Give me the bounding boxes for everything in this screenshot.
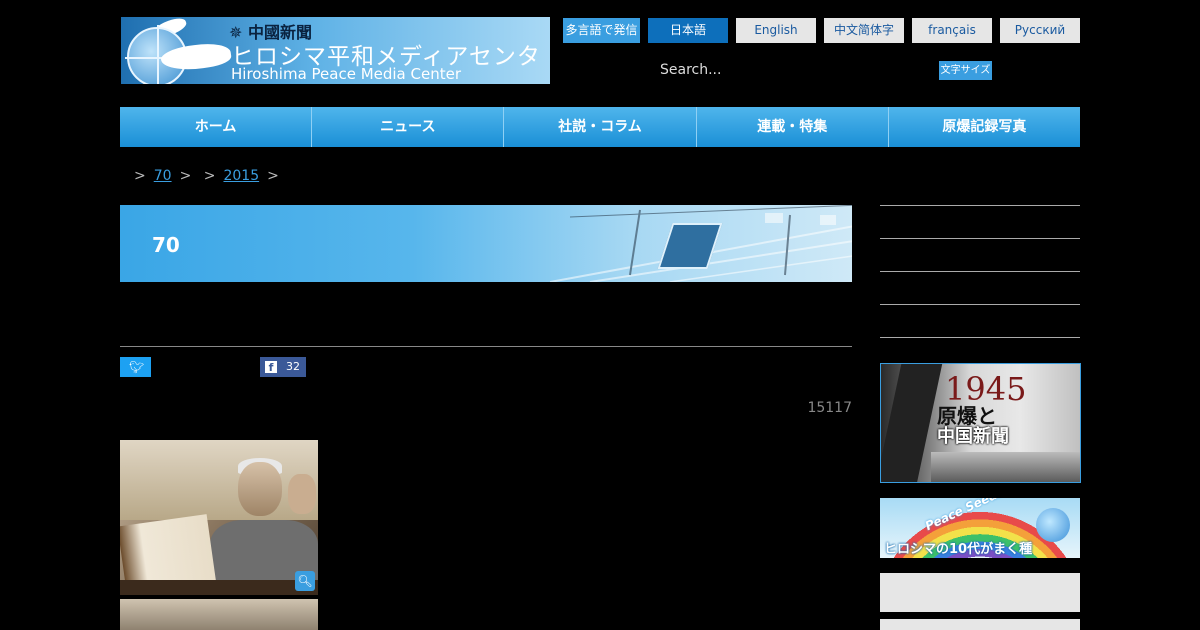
nav-item-photos[interactable]: 原爆記録写真	[889, 107, 1080, 147]
sidebar-banner[interactable]	[880, 619, 1080, 630]
sidebar-banner-peace-seeds[interactable]: Peace Seeds ヒロシマの10代がまく種	[880, 498, 1080, 558]
breadcrumb-link-year[interactable]: 2015	[223, 168, 259, 184]
section-banner: 70	[120, 205, 852, 282]
lang-button-multilingual[interactable]: 多言語で発信	[563, 18, 640, 43]
lang-button-chinese[interactable]: 中文简体字	[824, 18, 904, 43]
peace-seeds-subtitle: ヒロシマの10代がまく種	[884, 542, 1033, 557]
sidebar-divider	[880, 337, 1080, 338]
article-photo-2[interactable]	[120, 599, 318, 630]
twitter-share-button[interactable]: 🐦︎	[120, 357, 151, 377]
twitter-icon: 🐦︎	[129, 360, 145, 374]
sidebar-banner-1945[interactable]: 1945 原爆と 中国新聞	[880, 363, 1081, 483]
logo-title-en: Hiroshima Peace Media Center	[231, 65, 462, 83]
lang-button-french[interactable]: français	[912, 18, 992, 43]
nav-item-editorials[interactable]: 社説・コラム	[504, 107, 697, 147]
article-photo[interactable]	[120, 440, 318, 595]
divider	[120, 346, 852, 347]
banner-title: 70	[152, 233, 180, 257]
breadcrumb-link-70[interactable]: 70	[154, 168, 172, 184]
nav-item-news[interactable]: ニュース	[312, 107, 505, 147]
view-count: 15117	[807, 400, 852, 416]
sidebar-divider	[880, 205, 1080, 206]
facebook-share-count: 32	[286, 360, 300, 373]
sidebar-divider	[880, 304, 1080, 305]
font-size-button[interactable]: 文字サイズ	[939, 61, 992, 80]
facebook-share-button[interactable]: f 32	[260, 357, 306, 377]
nav-item-home[interactable]: ホーム	[120, 107, 313, 147]
zoom-icon[interactable]: 🔍︎	[295, 571, 315, 591]
search-input[interactable]	[650, 56, 930, 84]
facebook-icon: f	[265, 361, 277, 374]
nav-item-series[interactable]: 連載・特集	[697, 107, 889, 147]
sidebar-banner[interactable]	[880, 573, 1080, 612]
lang-button-english[interactable]: English	[736, 18, 816, 43]
main-nav: ホーム ニュース 社説・コラム 連載・特集 原爆記録写真	[120, 107, 1080, 147]
lang-button-russian[interactable]: Русский	[1000, 18, 1080, 43]
sidebar-divider	[880, 238, 1080, 239]
lang-button-japanese[interactable]: 日本語	[648, 18, 728, 43]
breadcrumb: >70 > >2015 >	[134, 168, 279, 184]
globe-icon	[1036, 508, 1070, 542]
banner-1945-title2: 中国新聞	[937, 426, 1009, 447]
site-logo[interactable]: ✵ 中國新聞 ヒロシマ平和メディアセンター Hiroshima Peace Me…	[121, 17, 550, 84]
sidebar-divider	[880, 271, 1080, 272]
